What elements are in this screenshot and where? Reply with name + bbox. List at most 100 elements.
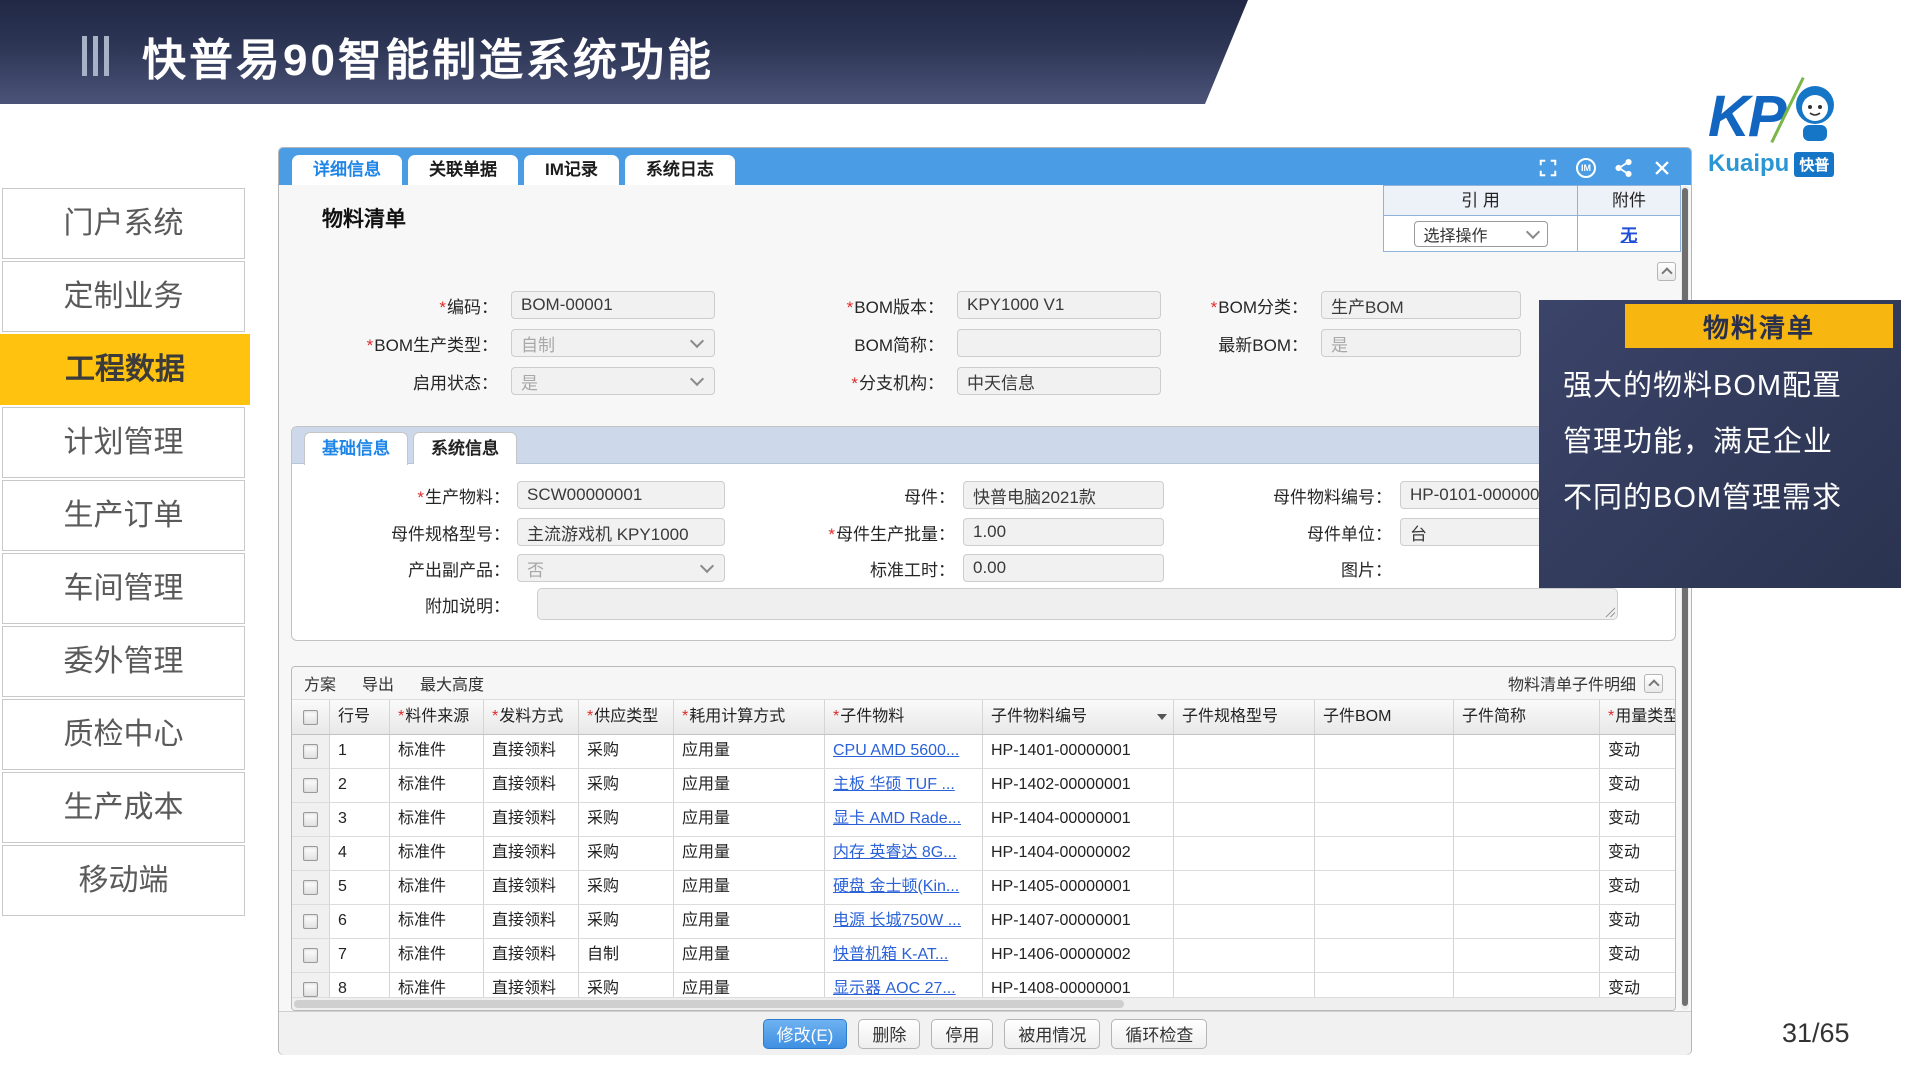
row-checkbox[interactable]	[303, 948, 318, 963]
field-textarea[interactable]	[537, 588, 1618, 620]
field-label: 母件：	[752, 483, 955, 508]
table-cell: 电源 长城750W ...	[825, 905, 983, 938]
field-input[interactable]: SCW00000001	[517, 481, 725, 509]
row-checkbox[interactable]	[303, 744, 318, 759]
slide-header: 快普易90智能制造系统功能	[0, 0, 1255, 104]
field-input[interactable]: BOM-00001	[511, 291, 715, 319]
field-select[interactable]: 自制	[511, 329, 715, 357]
footer-button[interactable]: 修改(E)	[763, 1019, 848, 1049]
footer-button[interactable]: 被用情况	[1004, 1019, 1100, 1049]
collapse-form-button[interactable]	[1657, 262, 1676, 281]
table-row[interactable]: 6标准件直接领料采购应用量电源 长城750W ...HP-1407-000000…	[292, 905, 1675, 939]
child-item-link[interactable]: 内存 英睿达 8G...	[833, 844, 957, 861]
footer-button[interactable]: 停用	[931, 1019, 993, 1049]
window-tab[interactable]: 系统日志	[625, 155, 735, 185]
close-icon[interactable]	[1651, 157, 1673, 179]
child-item-link[interactable]: CPU AMD 5600...	[833, 742, 959, 759]
table-row[interactable]: 4标准件直接领料采购应用量内存 英睿达 8G...HP-1404-0000000…	[292, 837, 1675, 871]
field-input[interactable]: 主流游戏机 KPY1000	[517, 518, 725, 546]
child-item-link[interactable]: 显示器 AOC 27...	[833, 980, 956, 997]
field-select[interactable]: 是	[511, 367, 715, 395]
column-label: 子件物料编号	[991, 700, 1087, 734]
row-checkbox[interactable]	[303, 880, 318, 895]
required-asterisk: *	[828, 525, 835, 544]
filter-dropdown-icon[interactable]	[1157, 714, 1167, 720]
field-input[interactable]: 是	[1321, 329, 1521, 357]
row-checkbox[interactable]	[303, 812, 318, 827]
company-logo: KP Kuaipu 快普	[1708, 80, 1913, 184]
field-input[interactable]: 生产BOM	[1321, 291, 1521, 319]
callout-line: 管理功能，满足企业	[1563, 414, 1842, 470]
horizontal-scrollbar[interactable]	[292, 997, 1675, 1010]
sidebar-item[interactable]: 委外管理	[2, 626, 245, 697]
field-input[interactable]: 中天信息	[957, 367, 1161, 395]
table-row[interactable]: 7标准件直接领料自制应用量快普机箱 K-AT...HP-1406-0000000…	[292, 939, 1675, 973]
horizontal-scrollbar-thumb[interactable]	[294, 1000, 1124, 1008]
footer-button[interactable]: 删除	[858, 1019, 920, 1049]
grid-toolbar: 方案导出最大高度 物料清单子件明细	[292, 667, 1675, 700]
field-input[interactable]: 快普电脑2021款	[963, 481, 1164, 509]
table-cell: 6	[330, 905, 390, 938]
resize-handle[interactable]	[1604, 606, 1615, 617]
grid-toolbar-item[interactable]: 导出	[362, 671, 394, 695]
child-item-link[interactable]: 快普机箱 K-AT...	[833, 946, 948, 963]
child-item-link[interactable]: 显卡 AMD Rade...	[833, 810, 961, 827]
grid-toolbar-item[interactable]: 方案	[304, 671, 336, 695]
table-row[interactable]: 1标准件直接领料采购应用量CPU AMD 5600...HP-1401-0000…	[292, 735, 1675, 769]
share-icon[interactable]	[1613, 157, 1635, 179]
attachment-link[interactable]: 无	[1621, 221, 1638, 246]
action-select[interactable]: 选择操作	[1414, 221, 1548, 247]
table-cell: 直接领料	[484, 871, 579, 904]
field-value: 0.00	[973, 558, 1006, 578]
table-cell	[1454, 837, 1600, 870]
window-tab[interactable]: 关联单据	[408, 155, 518, 185]
expand-icon[interactable]	[1537, 157, 1559, 179]
im-icon[interactable]: IM	[1575, 157, 1597, 179]
collapse-grid-button[interactable]	[1644, 674, 1663, 693]
child-item-link[interactable]: 电源 长城750W ...	[833, 912, 961, 929]
form-field: 产出副产品：否	[312, 554, 725, 582]
sidebar-item[interactable]: 门户系统	[2, 188, 245, 259]
table-row[interactable]: 3标准件直接领料采购应用量显卡 AMD Rade...HP-1404-00000…	[292, 803, 1675, 837]
table-row[interactable]: 2标准件直接领料采购应用量主板 华硕 TUF ...HP-1402-000000…	[292, 769, 1675, 803]
row-checkbox[interactable]	[303, 846, 318, 861]
table-cell: 变动	[1600, 837, 1676, 870]
row-checkbox[interactable]	[303, 982, 318, 997]
row-checkbox[interactable]	[303, 914, 318, 929]
form-field: 母件单位：台	[1182, 518, 1600, 546]
sidebar-item[interactable]: 移动端	[2, 845, 245, 916]
sidebar-item[interactable]: 车间管理	[2, 553, 245, 624]
footer-button[interactable]: 循环检查	[1111, 1019, 1207, 1049]
field-value: SCW00000001	[527, 485, 642, 505]
child-item-link[interactable]: 硬盘 金士顿(Kin...	[833, 878, 959, 895]
grid-header-cell: *用量类型	[1600, 700, 1676, 734]
row-checkbox[interactable]	[303, 778, 318, 793]
page-title: 物料清单	[322, 203, 406, 233]
table-cell: 变动	[1600, 735, 1676, 768]
grid-toolbar-item[interactable]: 最大高度	[420, 671, 484, 695]
table-cell: 标准件	[390, 871, 484, 904]
child-item-link[interactable]: 主板 华硕 TUF ...	[833, 776, 955, 793]
select-all-checkbox[interactable]	[303, 710, 318, 725]
table-cell	[1315, 905, 1454, 938]
field-input[interactable]: 1.00	[963, 518, 1164, 546]
table-cell	[1174, 803, 1315, 836]
field-input[interactable]: 0.00	[963, 554, 1164, 582]
sidebar-item[interactable]: 计划管理	[2, 407, 245, 478]
sidebar-item[interactable]: 定制业务	[2, 261, 245, 332]
window-tab[interactable]: 详细信息	[292, 155, 402, 185]
sub-tab[interactable]: 基础信息	[304, 432, 408, 465]
table-row[interactable]: 5标准件直接领料采购应用量硬盘 金士顿(Kin...HP-1405-000000…	[292, 871, 1675, 905]
checkbox-cell	[292, 871, 330, 904]
sub-tab[interactable]: 系统信息	[413, 432, 517, 464]
form-field: 母件： 快普电脑2021款	[752, 481, 1164, 509]
sidebar-item[interactable]: 生产成本	[2, 772, 245, 843]
field-select[interactable]: 否	[517, 554, 725, 582]
sidebar-item[interactable]: 工程数据	[0, 334, 250, 405]
field-value: 主流游戏机 KPY1000	[527, 520, 689, 545]
field-label: BOM简称：	[739, 331, 944, 356]
window-tab[interactable]: IM记录	[524, 155, 619, 185]
callout-body: 强大的物料BOM配置管理功能，满足企业不同的BOM管理需求	[1563, 358, 1842, 526]
sidebar-item[interactable]: 生产订单	[2, 480, 245, 551]
sidebar-item[interactable]: 质检中心	[2, 699, 245, 770]
